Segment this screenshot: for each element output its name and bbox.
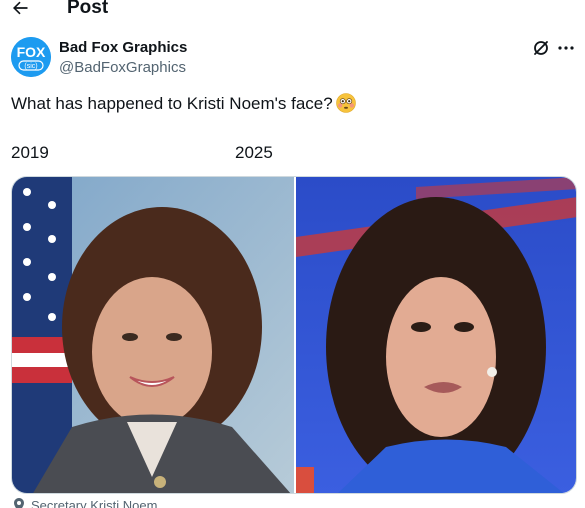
media-grid[interactable]	[11, 176, 577, 494]
arrow-left-icon	[13, 1, 28, 15]
tweet-text: What has happened to Kristi Noem's face?	[11, 93, 356, 114]
author-display-name[interactable]: Bad Fox Graphics	[59, 39, 187, 56]
author-row: FOX (sic) Bad Fox Graphics @BadFoxGraphi…	[11, 37, 576, 79]
back-button[interactable]	[10, 0, 32, 20]
photo-2019[interactable]	[12, 177, 294, 493]
label-year-right: 2025	[235, 143, 273, 162]
grok-icon	[534, 41, 548, 55]
svg-text:(sic): (sic)	[24, 63, 37, 70]
avatar[interactable]: FOX (sic)	[11, 37, 51, 77]
more-button[interactable]	[556, 38, 576, 58]
grok-button[interactable]	[531, 38, 551, 58]
location-text: Secretary Kristi Noem	[31, 498, 158, 508]
fox-logo-icon: FOX (sic)	[11, 37, 51, 77]
portrait-2025-image	[296, 177, 576, 493]
location-pin-icon	[14, 498, 24, 508]
location-tag[interactable]: Secretary Kristi Noem	[13, 498, 157, 508]
page-title: Post	[67, 0, 109, 18]
svg-text:FOX: FOX	[17, 44, 46, 60]
tweet-body: What has happened to Kristi Noem's face?	[11, 94, 333, 113]
photo-2025[interactable]	[296, 177, 576, 493]
flushed-face-emoji	[335, 93, 356, 113]
more-icon	[558, 46, 574, 50]
portrait-2019-image	[12, 177, 294, 493]
top-bar: Post	[0, 0, 585, 22]
label-year-left: 2019	[11, 143, 49, 162]
author-handle[interactable]: @BadFoxGraphics	[59, 59, 186, 76]
